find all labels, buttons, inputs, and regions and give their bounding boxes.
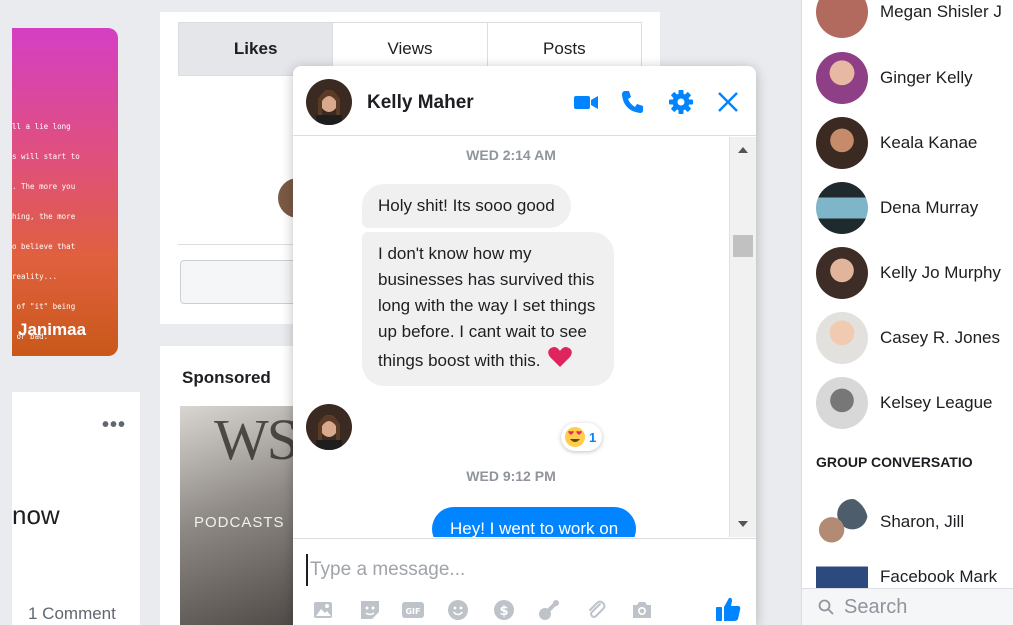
- story-card[interactable]: ll a lie long s will start to . The more…: [12, 28, 118, 356]
- contact-name: Keala Kanae: [880, 133, 978, 152]
- search-placeholder: Search: [844, 595, 908, 618]
- contact-item[interactable]: Keala Kanae: [816, 117, 1013, 169]
- payment-dollar-icon[interactable]: $: [492, 598, 516, 622]
- avatar: [816, 52, 868, 104]
- post-card: ••• now 1 Comment: [12, 392, 140, 625]
- video-call-icon[interactable]: [572, 88, 600, 116]
- message-input[interactable]: [306, 554, 726, 586]
- avatar: [816, 496, 868, 548]
- svg-text:$: $: [499, 604, 508, 619]
- group-name: Facebook Mark: [880, 567, 998, 586]
- gif-label: GIF: [405, 607, 420, 616]
- scroll-up-arrow-icon[interactable]: [738, 147, 748, 153]
- group-name: Sharon, Jill: [880, 512, 965, 531]
- contact-name: Megan Shisler J: [880, 2, 1002, 21]
- message-scrollbar[interactable]: [729, 137, 756, 537]
- sent-message-bubble[interactable]: Hey! I went to work on: [432, 507, 637, 537]
- search-icon: [818, 599, 834, 615]
- camera-icon[interactable]: [630, 598, 654, 622]
- contact-name: Dena Murray: [880, 198, 979, 217]
- avatar: [816, 377, 868, 429]
- gif-icon[interactable]: GIF: [401, 598, 425, 622]
- contact-item[interactable]: Kelsey League: [816, 377, 1013, 429]
- scroll-down-arrow-icon[interactable]: [738, 521, 748, 527]
- attachment-paperclip-icon[interactable]: [584, 598, 608, 622]
- phone-icon[interactable]: [619, 88, 647, 116]
- group-item[interactable]: Sharon, Jill: [816, 496, 1013, 548]
- games-icon[interactable]: [537, 598, 561, 622]
- avatar: [816, 182, 868, 234]
- chat-window: Kelly Maher WED 2:14 AM Holy shit! Its s…: [293, 66, 756, 625]
- avatar: [816, 247, 868, 299]
- sticker-icon[interactable]: [358, 598, 382, 622]
- contact-item[interactable]: Casey R. Jones: [816, 312, 1013, 364]
- contact-name: Kelsey League: [880, 393, 993, 412]
- contacts-sidebar: Megan Shisler J Ginger Kelly Keala Kanae…: [801, 0, 1013, 625]
- heart-eyes-emoji-icon: [565, 427, 585, 447]
- like-thumb-icon[interactable]: [714, 595, 742, 623]
- reaction-badge[interactable]: 1: [561, 423, 603, 451]
- photo-icon[interactable]: [312, 598, 336, 622]
- avatar: [816, 117, 868, 169]
- message-list[interactable]: WED 2:14 AM Holy shit! Its sooo good I d…: [293, 137, 756, 537]
- chat-header[interactable]: Kelly Maher: [293, 66, 756, 136]
- contact-name: Casey R. Jones: [880, 328, 1000, 347]
- close-icon[interactable]: [714, 88, 742, 116]
- comment-count-link[interactable]: 1 Comment: [28, 604, 116, 624]
- contact-name: Kelly Jo Murphy: [880, 263, 1001, 282]
- emoji-icon[interactable]: [446, 598, 470, 622]
- contact-item[interactable]: Ginger Kelly: [816, 52, 1013, 104]
- avatar[interactable]: [306, 404, 352, 450]
- red-heart-icon: [548, 347, 573, 367]
- sponsored-label: Sponsored: [182, 368, 271, 387]
- contact-item[interactable]: Megan Shisler J: [816, 0, 1013, 38]
- contact-item[interactable]: Kelly Jo Murphy: [816, 247, 1013, 299]
- chat-contact-name[interactable]: Kelly Maher: [367, 92, 474, 114]
- avatar: [816, 312, 868, 364]
- reaction-count: 1: [589, 429, 597, 445]
- message-bubble[interactable]: I don't know how my businesses has survi…: [362, 232, 614, 386]
- contacts-search[interactable]: Search: [802, 588, 1013, 625]
- post-partial-text: now: [12, 500, 60, 530]
- story-text: ll a lie long s will start to . The more…: [12, 122, 80, 341]
- message-timestamp: WED 9:12 PM: [466, 468, 556, 484]
- scroll-thumb[interactable]: [733, 235, 753, 257]
- more-options-button[interactable]: •••: [102, 414, 126, 437]
- contact-item[interactable]: Dena Murray: [816, 182, 1013, 234]
- avatar[interactable]: [306, 79, 352, 125]
- message-timestamp: WED 2:14 AM: [466, 147, 556, 163]
- group-conversations-heading: GROUP CONVERSATIO: [816, 454, 973, 470]
- settings-gear-icon[interactable]: [667, 88, 695, 116]
- contact-name: Ginger Kelly: [880, 68, 973, 87]
- ad-image-caption: PODCASTS: [194, 514, 285, 531]
- message-bubble[interactable]: Holy shit! Its sooo good: [362, 184, 571, 228]
- avatar: [816, 0, 868, 38]
- message-composer: GIF $: [293, 538, 756, 625]
- story-author-name: Janimaa: [18, 320, 87, 339]
